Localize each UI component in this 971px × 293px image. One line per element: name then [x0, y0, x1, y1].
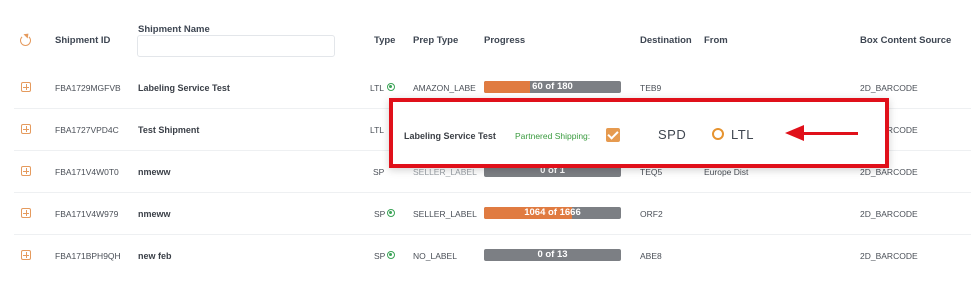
progress-bar: 1064 of 1666: [484, 207, 621, 219]
shipping-type-popup: Labeling Service Test Partnered Shipping…: [389, 98, 889, 168]
ltl-option-label[interactable]: LTL: [731, 127, 754, 142]
partnered-shipping-checkbox[interactable]: [606, 128, 620, 142]
destination: ABE8: [640, 251, 662, 261]
col-header-shipment-name[interactable]: Shipment Name: [138, 24, 210, 35]
prep-type: SELLER_LABEL: [413, 167, 477, 177]
expand-row-icon[interactable]: [21, 208, 31, 218]
spd-radio[interactable]: [643, 128, 655, 140]
shipment-type: LTL: [370, 125, 385, 135]
shipment-name-filter-input[interactable]: [137, 35, 335, 57]
col-header-from[interactable]: From: [704, 35, 728, 46]
ltl-radio[interactable]: [712, 128, 724, 140]
col-header-prep-type[interactable]: Prep Type: [413, 35, 458, 46]
progress-bar: 60 of 180: [484, 81, 621, 93]
expand-row-icon[interactable]: [21, 124, 31, 134]
box-content-source: 2D_BARCODE: [860, 209, 918, 219]
shipment-id: FBA171BPH9QH: [55, 251, 121, 261]
expand-row-icon[interactable]: [21, 82, 31, 92]
shipment-id: FBA1729MGFVB: [55, 83, 121, 93]
col-header-progress[interactable]: Progress: [484, 35, 525, 46]
shipment-id: FBA171V4W979: [55, 209, 119, 219]
partnered-shipping-label: Partnered Shipping:: [515, 131, 591, 141]
progress-text: 60 of 180: [532, 81, 573, 92]
from-location: Europe Dist: [704, 167, 749, 177]
type-settings-icon[interactable]: [387, 83, 395, 91]
shipment-name: nmeww: [138, 209, 171, 219]
shipment-name: Test Shipment: [138, 125, 200, 135]
type-settings-icon[interactable]: [387, 251, 395, 259]
shipment-name: Labeling Service Test: [138, 83, 230, 93]
prep-type: NO_LABEL: [413, 251, 457, 261]
shipment-type: SP: [374, 209, 386, 219]
col-header-type[interactable]: Type: [374, 35, 395, 46]
shipment-type: SP: [374, 251, 386, 261]
col-header-box-content-source[interactable]: Box Content Source: [860, 35, 951, 46]
box-content-source: 2D_BARCODE: [860, 167, 918, 177]
expand-row-icon[interactable]: [21, 250, 31, 260]
popup-shipment-name: Labeling Service Test: [404, 131, 496, 141]
sync-icon[interactable]: [20, 35, 31, 46]
prep-type: AMAZON_LABE: [413, 83, 476, 93]
shipment-name: new feb: [138, 251, 172, 261]
shipment-type: LTL: [370, 83, 385, 93]
progress-text: 1064 of 1666: [524, 207, 581, 218]
destination: TEQ5: [640, 167, 663, 177]
prep-type: SELLER_LABEL: [413, 209, 477, 219]
table-row[interactable]: FBA171V4W979 nmeww SP SELLER_LABEL 1064 …: [0, 192, 971, 234]
shipment-type: SP: [373, 167, 385, 177]
type-settings-icon[interactable]: [387, 209, 395, 217]
box-content-source: 2D_BARCODE: [860, 251, 918, 261]
progress-bar: 0 of 13: [484, 249, 621, 261]
progress-text: 0 of 13: [537, 249, 568, 260]
annotation-arrow-line: [802, 132, 858, 135]
box-content-source: 2D_BARCODE: [860, 83, 918, 93]
shipment-id: FBA1727VPD4C: [55, 125, 119, 135]
col-header-shipment-id[interactable]: Shipment ID: [55, 35, 110, 46]
shipment-id: FBA171V4W0T0: [55, 167, 119, 177]
shipment-name: nmeww: [138, 167, 171, 177]
destination: ORF2: [640, 209, 663, 219]
col-header-destination[interactable]: Destination: [640, 35, 692, 46]
destination: TEB9: [640, 83, 662, 93]
table-row[interactable]: FBA171BPH9QH new feb SP NO_LABEL 0 of 13…: [0, 234, 971, 276]
expand-row-icon[interactable]: [21, 166, 31, 176]
spd-option-label[interactable]: SPD: [658, 127, 686, 142]
